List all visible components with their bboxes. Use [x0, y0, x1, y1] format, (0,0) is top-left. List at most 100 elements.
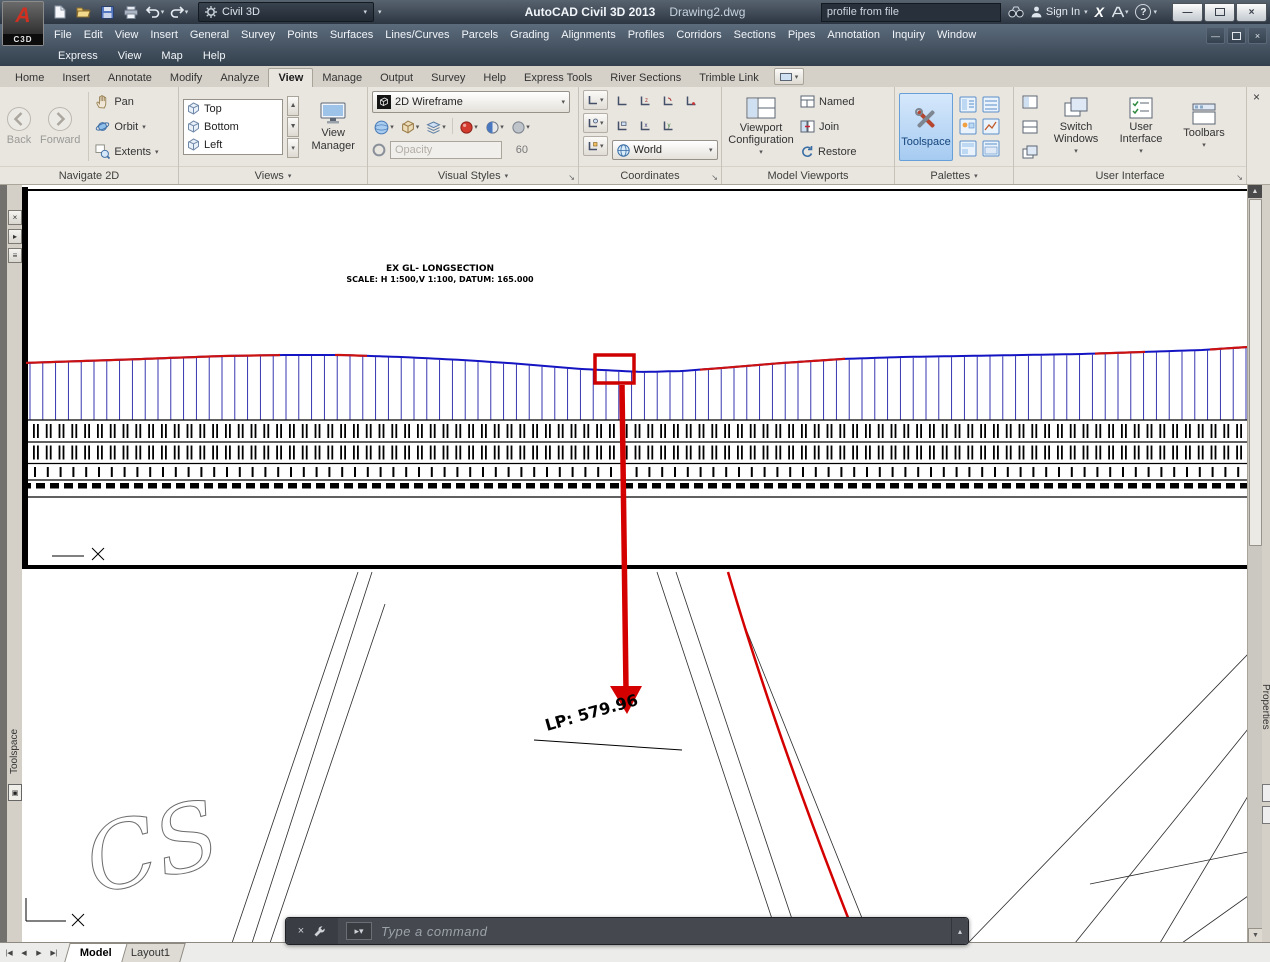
- ribbon-tab[interactable]: Modify: [161, 69, 211, 87]
- ribbon-tab[interactable]: Survey: [422, 69, 474, 87]
- toolspace-tab[interactable]: Toolspace: [9, 729, 20, 774]
- toolspace-properties-button[interactable]: ≡: [8, 248, 22, 263]
- menu-item[interactable]: Insert: [144, 29, 184, 41]
- cascade-button[interactable]: [1018, 141, 1042, 163]
- view-manager-button[interactable]: View Manager: [303, 100, 363, 153]
- toolbars-button[interactable]: Toolbars ▾: [1176, 102, 1232, 151]
- maximize-button[interactable]: [1204, 2, 1235, 22]
- application-menu-button[interactable]: A C3D: [2, 1, 44, 46]
- scroll-up-button[interactable]: ▲: [1248, 184, 1262, 198]
- ribbon-tab[interactable]: Annotate: [99, 69, 161, 87]
- ribbon-tab[interactable]: Trimble Link: [690, 69, 768, 87]
- minimize-button[interactable]: —: [1172, 2, 1203, 22]
- forward-button[interactable]: Forward: [38, 105, 82, 148]
- binoculars-icon[interactable]: [1008, 6, 1024, 18]
- signin-button[interactable]: Sign In ▾: [1031, 6, 1088, 18]
- box-style-button[interactable]: ▾: [398, 116, 422, 138]
- ucs-rotate-button[interactable]: [658, 90, 679, 112]
- menu-item[interactable]: Express: [48, 50, 108, 62]
- command-line[interactable]: × ▸▾ Type a command ▴: [285, 917, 969, 945]
- wrench-icon[interactable]: [313, 925, 326, 938]
- menu-item[interactable]: Parcels: [455, 29, 504, 41]
- properties-anchor-icon[interactable]: [1262, 784, 1270, 802]
- ribbon-options-button[interactable]: ▾: [773, 68, 805, 85]
- viewport-label-button[interactable]: [1018, 116, 1042, 138]
- view-list-item[interactable]: Top: [184, 100, 282, 118]
- ribbon-tab[interactable]: Output: [371, 69, 422, 87]
- dialog-launcher-icon[interactable]: ↘: [568, 173, 575, 182]
- help-button[interactable]: ? ▾: [1135, 4, 1157, 20]
- menu-item[interactable]: Inquiry: [886, 29, 931, 41]
- menu-item[interactable]: Window: [931, 29, 982, 41]
- ucs-origin-combo-button[interactable]: ▾: [583, 136, 608, 156]
- menu-item[interactable]: General: [184, 29, 235, 41]
- views-expand-button[interactable]: ▾: [286, 137, 300, 158]
- redo-button[interactable]: ▾: [168, 2, 190, 23]
- doc-close-button[interactable]: ×: [1248, 27, 1267, 44]
- menu-item[interactable]: File: [48, 29, 78, 41]
- ucs-tool-button[interactable]: [612, 90, 633, 112]
- toolspace-button[interactable]: Toolspace: [899, 92, 953, 161]
- palette-button[interactable]: [980, 117, 1001, 137]
- properties-tab[interactable]: Properties: [1260, 684, 1270, 730]
- doc-minimize-button[interactable]: —: [1206, 27, 1225, 44]
- toolspace-autohide-button[interactable]: ▸: [8, 229, 22, 244]
- view-list-item[interactable]: Bottom: [184, 118, 282, 136]
- open-file-button[interactable]: [72, 2, 94, 23]
- views-scroll-up-button[interactable]: ▲: [286, 95, 300, 116]
- menu-item[interactable]: Sections: [728, 29, 782, 41]
- palette-button[interactable]: [957, 95, 978, 115]
- ucs-z-button[interactable]: z: [635, 90, 656, 112]
- dialog-launcher-icon[interactable]: ↘: [711, 173, 718, 182]
- menu-item[interactable]: Grading: [504, 29, 555, 41]
- plot-button[interactable]: [120, 2, 142, 23]
- palette-button[interactable]: [957, 139, 978, 159]
- views-scroll-down-button[interactable]: ▼: [286, 116, 300, 137]
- command-close-icon[interactable]: ×: [298, 925, 304, 937]
- menu-item[interactable]: Lines/Curves: [379, 29, 455, 41]
- panel-label-visual-styles[interactable]: Visual Styles ▾ ↘: [368, 166, 578, 184]
- shaded-button[interactable]: ▾: [483, 116, 507, 138]
- menu-item[interactable]: Points: [281, 29, 324, 41]
- switch-windows-button[interactable]: Switch Windows ▾: [1046, 96, 1106, 157]
- menu-item[interactable]: Survey: [235, 29, 281, 41]
- search-input[interactable]: profile from file: [820, 2, 1001, 22]
- workspace-dropdown[interactable]: Civil 3D ▾: [198, 2, 374, 22]
- visual-style-dropdown[interactable]: 2D Wireframe ▾: [372, 91, 570, 113]
- ribbon-tab[interactable]: Express Tools: [515, 69, 601, 87]
- scroll-down-button[interactable]: ▼: [1248, 928, 1263, 943]
- ribbon-tab[interactable]: Manage: [313, 69, 371, 87]
- view-list-item[interactable]: Left: [184, 136, 282, 154]
- ucs-3point-button[interactable]: [681, 90, 702, 112]
- prev-layout-button[interactable]: ◀: [17, 946, 31, 960]
- menu-item[interactable]: Pipes: [782, 29, 822, 41]
- viewport-configuration-button[interactable]: Viewport Configuration ▾: [726, 95, 796, 158]
- menu-item[interactable]: Edit: [78, 29, 109, 41]
- toolspace-close-button[interactable]: ×: [8, 210, 22, 225]
- a360-button[interactable]: ▾: [1111, 6, 1128, 18]
- layers-style-button[interactable]: ▾: [424, 116, 448, 138]
- undo-button[interactable]: ▾: [144, 2, 166, 23]
- first-layout-button[interactable]: |◀: [2, 946, 16, 960]
- last-layout-button[interactable]: ▶|: [47, 946, 61, 960]
- monochrome-button[interactable]: ▾: [509, 116, 533, 138]
- ribbon-tab[interactable]: Home: [6, 69, 53, 87]
- menu-item[interactable]: Alignments: [555, 29, 621, 41]
- ucs-y-button[interactable]: y: [658, 115, 679, 137]
- command-input[interactable]: ▸▾ Type a command: [338, 918, 951, 944]
- close-button[interactable]: ×: [1236, 2, 1267, 22]
- ucs-world-dropdown[interactable]: World ▾: [611, 140, 718, 160]
- viewport-close-icon[interactable]: ×: [1253, 90, 1260, 104]
- menu-item[interactable]: Annotation: [821, 29, 886, 41]
- ribbon-tab[interactable]: View: [268, 68, 314, 87]
- ucs-view-button[interactable]: [612, 115, 633, 137]
- xray-button[interactable]: ▾: [457, 116, 481, 138]
- viewport-controls-button[interactable]: [1018, 91, 1042, 113]
- save-button[interactable]: [96, 2, 118, 23]
- menu-item[interactable]: View: [109, 29, 145, 41]
- panel-label-views[interactable]: Views ▾: [179, 166, 367, 184]
- pan-button[interactable]: Pan: [95, 91, 158, 113]
- ribbon-tab[interactable]: River Sections: [601, 69, 690, 87]
- menu-item[interactable]: Help: [193, 50, 236, 62]
- ribbon-tab[interactable]: Analyze: [211, 69, 268, 87]
